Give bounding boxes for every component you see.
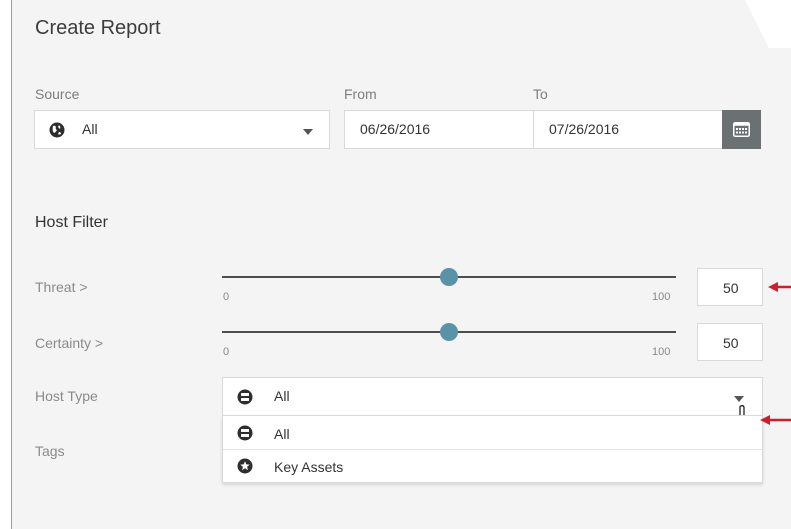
annotation-arrow-icon [760,415,791,425]
source-value: All [82,121,98,137]
threat-min-label: 0 [223,291,230,303]
tags-label: Tags [35,443,65,459]
certainty-min-label: 0 [223,346,230,358]
certainty-value: 50 [723,335,739,351]
page-title: Create Report [35,17,161,39]
source-label: Source [35,86,80,102]
globe-icon [49,122,65,138]
certainty-slider-thumb[interactable] [440,323,458,341]
host-type-dropdown: All Key Assets [222,415,763,483]
from-date-input[interactable]: 06/26/2016 [344,110,534,149]
threat-value: 50 [723,280,739,296]
threat-value-input[interactable]: 50 [697,268,763,306]
threat-label: Threat > [35,279,88,295]
chevron-down-icon [303,129,313,135]
dropdown-option-label: All [274,426,290,442]
threat-slider-thumb[interactable] [440,268,458,286]
certainty-max-label: 100 [652,346,671,358]
host-icon [237,425,253,441]
annotation-arrow-icon [768,282,791,292]
from-date-value: 06/26/2016 [360,121,431,137]
source-select[interactable]: All [34,110,330,149]
host-type-value: All [274,388,290,404]
chevron-down-icon [734,396,744,402]
from-label: From [344,86,377,102]
calendar-icon [733,122,750,137]
to-date-value: 07/26/2016 [549,121,620,137]
dropdown-option-label: Key Assets [274,459,344,475]
dropdown-option-all[interactable]: All [223,417,762,450]
threat-max-label: 100 [652,291,671,303]
host-type-select[interactable]: All [222,377,763,433]
host-filter-title: Host Filter [35,214,108,231]
calendar-button[interactable] [722,110,761,149]
certainty-label: Certainty > [35,335,104,351]
dropdown-option-key-assets[interactable]: Key Assets [223,449,762,483]
to-label: To [533,86,548,102]
host-type-label: Host Type [35,388,98,404]
to-date-input[interactable]: 07/26/2016 [533,110,723,149]
certainty-value-input[interactable]: 50 [697,323,763,361]
host-icon [237,389,253,405]
star-badge-icon [237,458,253,474]
